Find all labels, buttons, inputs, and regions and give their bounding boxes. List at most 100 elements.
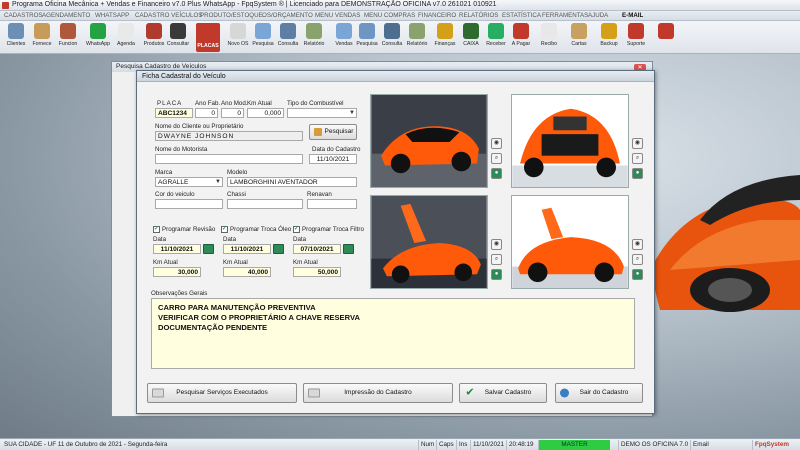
toolbar-button[interactable]: Receber (484, 23, 508, 52)
toolbar-button[interactable] (654, 23, 678, 52)
toolbar-button[interactable]: Fornece (30, 23, 54, 52)
toolbar-button[interactable]: WhatsApp (86, 23, 110, 52)
toolbar-button[interactable]: Clientes (4, 23, 28, 52)
menu-item[interactable]: WHATSAPP (95, 12, 129, 19)
menu-item[interactable]: AJUDA (588, 12, 608, 19)
vehicle-photo-1[interactable] (370, 94, 488, 188)
revisao-data-label: Data (153, 236, 167, 243)
vehicle-photo-3[interactable] (370, 195, 488, 289)
supplier-icon (34, 23, 50, 39)
status-email[interactable]: Email (690, 440, 711, 450)
toolbar-button-label: Backup (600, 41, 618, 47)
toolbar-button[interactable]: Backup (597, 23, 621, 52)
oleo-km-input[interactable]: 40,000 (223, 267, 271, 277)
print-button-label: Impressão do Cadastro (344, 389, 412, 396)
menu-item[interactable]: CADASTRO VEÍCULOS (135, 12, 202, 19)
revisao-data-input[interactable]: 11/10/2021 (153, 244, 201, 254)
toolbar-button[interactable]: Pesquisa (355, 23, 379, 52)
menu-item[interactable]: OS/ORÇAMENTO (262, 12, 313, 19)
toolbar-button[interactable]: Relatório (302, 23, 326, 52)
filtro-km-input[interactable]: 50,000 (293, 267, 341, 277)
pesquisar-button[interactable]: Pesquisar (309, 124, 357, 140)
filtro-data-input[interactable]: 07/10/2021 (293, 244, 341, 254)
vehicle-photo-4[interactable] (511, 195, 629, 289)
zoom-icon[interactable]: ⌕ (491, 254, 502, 265)
camera-icon[interactable]: ◉ (491, 138, 502, 149)
camera-icon[interactable]: ◉ (632, 138, 643, 149)
toolbar-button[interactable]: Cartas (567, 23, 591, 52)
revisao-km-input[interactable]: 30,000 (153, 267, 201, 277)
menu-item[interactable]: E-MAIL (622, 12, 643, 19)
cliente-input[interactable]: DWAYNE JOHNSON (155, 131, 303, 141)
menu-item[interactable]: FERRAMENTAS (542, 12, 588, 19)
toolbar-button-label: Suporte (626, 41, 646, 47)
add-photo-icon[interactable]: ● (491, 269, 502, 280)
toolbar-button[interactable]: Consulta (380, 23, 404, 52)
toolbar-button[interactable]: PLACAS (196, 23, 220, 52)
revisao-checkbox[interactable]: ✓ (153, 226, 160, 233)
toolbar-button[interactable]: Consultar (166, 23, 190, 52)
ano-fab-input[interactable]: 0 (195, 108, 218, 118)
toolbar-button[interactable]: A Pagar (509, 23, 533, 52)
toolbar-button[interactable]: Relatório (405, 23, 429, 52)
menu-item[interactable]: RELATÓRIOS (459, 12, 498, 19)
cor-input[interactable] (155, 199, 223, 209)
renavan-input[interactable] (307, 199, 357, 209)
menu-item[interactable]: CADASTROS (4, 12, 43, 19)
menu-item[interactable]: AGENDAMENTO (42, 12, 90, 19)
menu-item[interactable]: ESTATÍSTICA (502, 12, 541, 19)
letters-icon (571, 23, 587, 39)
oleo-checkbox[interactable]: ✓ (221, 226, 228, 233)
vehicle-photo-2[interactable] (511, 94, 629, 188)
motorista-input[interactable] (155, 154, 303, 164)
data-cadastro-input[interactable]: 11/10/2021 (309, 154, 357, 164)
zoom-icon[interactable]: ⌕ (632, 254, 643, 265)
chassi-input[interactable] (227, 199, 303, 209)
filtro-checkbox[interactable]: ✓ (293, 226, 300, 233)
marca-select[interactable]: AGRALLE ▼ (155, 177, 223, 187)
toolbar-button[interactable]: Produtos (142, 23, 166, 52)
print-button[interactable]: Impressão do Cadastro (303, 383, 453, 403)
renavan-label: Renavan (307, 191, 332, 198)
toolbar-button[interactable]: Vendas (332, 23, 356, 52)
placa-input[interactable]: ABC1234 (155, 108, 193, 118)
toolbar-button[interactable]: Funcion (56, 23, 80, 52)
add-photo-icon[interactable]: ● (632, 269, 643, 280)
status-city-date: SUA CIDADE - UF 11 de Outubro de 2021 - … (4, 441, 168, 448)
menu-item[interactable]: PRODUTO/ESTOQUE (200, 12, 263, 19)
toolbar-button[interactable]: Pesquisa (251, 23, 275, 52)
add-photo-icon[interactable]: ● (491, 168, 502, 179)
toolbar-button[interactable]: Recibo (537, 23, 561, 52)
ano-mod-input[interactable]: 0 (221, 108, 244, 118)
toolbar-button[interactable]: Consulta (276, 23, 300, 52)
km-input[interactable]: 0,000 (247, 108, 284, 118)
status-time: 20:48:19 (506, 440, 536, 450)
zoom-icon[interactable]: ⌕ (632, 153, 643, 164)
menu-item[interactable]: MENU VENDAS (315, 12, 360, 19)
toolbar-button[interactable]: CAIXA (459, 23, 483, 52)
zoom-icon[interactable]: ⌕ (491, 153, 502, 164)
calendar-icon[interactable] (273, 244, 284, 254)
exit-button[interactable]: Sair do Cadastro (555, 383, 643, 403)
modelo-input[interactable]: LAMBORGHINI AVENTADOR (227, 177, 357, 187)
toolbar-button[interactable]: Novo OS (226, 23, 250, 52)
menu-item[interactable]: MENU COMPRAS (364, 12, 415, 19)
toolbar-button-label: Agenda (117, 41, 135, 47)
obs-textarea[interactable]: CARRO PARA MANUTENÇÃO PREVENTIVA VERIFIC… (151, 298, 635, 369)
calendar-icon[interactable] (203, 244, 214, 254)
ano-fab-label: Ano Fab. (195, 100, 221, 107)
camera-icon[interactable]: ◉ (632, 239, 643, 250)
search-services-button[interactable]: Pesquisar Serviços Executados (147, 383, 297, 403)
calendar-icon[interactable] (343, 244, 354, 254)
camera-icon[interactable]: ◉ (491, 239, 502, 250)
toolbar-button[interactable]: Agenda (114, 23, 138, 52)
combustivel-select[interactable]: ▼ (287, 108, 357, 118)
save-button[interactable]: ✔ Salvar Cadastro (459, 383, 547, 403)
exit-icon (658, 23, 674, 39)
whatsapp-icon (90, 23, 106, 39)
menu-item[interactable]: FINANCEIRO (418, 12, 456, 19)
add-photo-icon[interactable]: ● (632, 168, 643, 179)
oleo-data-input[interactable]: 11/10/2021 (223, 244, 271, 254)
toolbar-button[interactable]: Suporte (624, 23, 648, 52)
toolbar-button[interactable]: Finanças (433, 23, 457, 52)
